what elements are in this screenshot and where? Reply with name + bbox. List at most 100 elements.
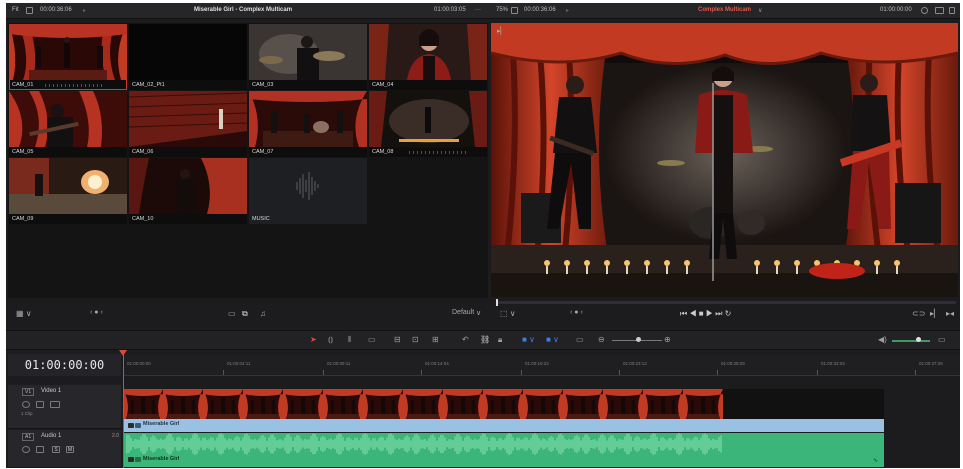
replace-clip-icon[interactable]: ⊞: [432, 335, 439, 344]
video-track-header[interactable]: V1 Video 1 1 Clip: [8, 385, 121, 429]
timeline-name-dropdown[interactable]: Complex Multicam: [698, 7, 751, 13]
angle-layout-icon[interactable]: ▦ ∨: [16, 309, 32, 318]
track-visibility-icon[interactable]: [50, 401, 60, 408]
separator-icon: ▸: [83, 8, 87, 14]
angle-cam05[interactable]: CAM_05: [9, 91, 127, 157]
transport-row: ▦ ∨ ‹ ● › ▭ ⧉ ♫ Default ∨ ⬚ ∨ ‹ ● › ⏮ ◀ …: [6, 303, 960, 325]
transport-controls[interactable]: ⏮ ◀ ■ ▶ ⏭ ↻: [680, 309, 731, 319]
trim-tool-icon[interactable]: ⦅⦆: [328, 335, 333, 345]
link-icon: [135, 423, 141, 428]
solo-button[interactable]: S: [52, 446, 60, 453]
ruler-tick-label: 01:00:28:09: [721, 361, 745, 366]
linked-selection-icon[interactable]: ⛓: [480, 335, 490, 344]
viewer-layout-icon[interactable]: ⬚ ∨: [500, 309, 516, 318]
dropdown-chevron-icon[interactable]: [26, 7, 33, 14]
channel-format: 2.0: [112, 433, 119, 439]
timeline-playhead[interactable]: [123, 353, 124, 468]
track-tag[interactable]: V1: [22, 388, 35, 396]
position-lock-icon[interactable]: 🔒︎: [498, 335, 502, 345]
multicam-title: Miserable Girl - Complex Multicam: [194, 7, 293, 13]
angle-nav-buttons[interactable]: ‹ ● ›: [90, 309, 103, 316]
angle-label: CAM_05: [12, 149, 34, 155]
viewer-timecode: 00:00:36:06: [524, 7, 556, 13]
viewer-nav-buttons[interactable]: ‹ ● ›: [570, 309, 583, 316]
default-dropdown[interactable]: Default: [452, 309, 474, 316]
angle-music[interactable]: MUSIC: [249, 158, 367, 224]
viewer-mode-icon[interactable]: [935, 7, 944, 14]
angle-label: CAM_02_Pt1: [132, 82, 165, 88]
audio-meter: [409, 151, 469, 154]
overwrite-clip-icon[interactable]: ⊡: [412, 335, 419, 344]
track-name[interactable]: Audio 1: [41, 433, 61, 439]
match-frame-icon[interactable]: ▸▏: [930, 309, 940, 318]
auto-select-icon[interactable]: [36, 446, 44, 453]
video-clip[interactable]: Miserable Girl: [123, 389, 884, 432]
volume-knob[interactable]: [916, 337, 921, 342]
angle-cam07[interactable]: CAM_07: [249, 91, 367, 157]
angle-cam10[interactable]: CAM_10: [129, 158, 247, 224]
music-note-icon[interactable]: ♫: [260, 309, 266, 318]
angle-cam01[interactable]: CAM_01: [9, 24, 127, 90]
zoom-full-icon[interactable]: ▭: [576, 335, 584, 344]
ruler-tick-label: 01:00:00:00: [127, 361, 151, 366]
ruler-tick-label: 01:00:33:03: [821, 361, 845, 366]
zoom-chevron-icon[interactable]: [511, 7, 518, 14]
separator-icon: ▸: [566, 8, 570, 14]
zoom-in-icon[interactable]: ⊕: [664, 335, 671, 344]
speaker-icon[interactable]: ◀): [878, 335, 887, 344]
audio-waveform-icon: [249, 158, 367, 214]
lock-icon[interactable]: [22, 446, 30, 453]
scrubber-playhead[interactable]: [496, 299, 498, 306]
multicam-clip-icon: [128, 457, 134, 462]
angle-cam08[interactable]: CAM_08: [369, 91, 487, 157]
ruler-tick-label: 01:00:37:28: [919, 361, 943, 366]
timeline-timecode[interactable]: 01:00:00:00: [8, 354, 121, 376]
ruler-tick-label: 01:00:19:22: [525, 361, 549, 366]
volume-slider[interactable]: [892, 340, 930, 342]
marker-color-icon[interactable]: ■ ∨: [546, 335, 559, 344]
fullscreen-icon[interactable]: ▸◂: [946, 309, 954, 318]
zoom-out-icon[interactable]: ⊖: [598, 335, 605, 344]
angle-cam09[interactable]: CAM_09: [9, 158, 127, 224]
blade-tool-icon[interactable]: ▭: [368, 335, 376, 344]
auto-select-icon[interactable]: [36, 401, 44, 408]
viewer-scrubber[interactable]: [496, 299, 956, 306]
track-tag[interactable]: A1: [22, 433, 35, 441]
cam06-thumbnail: [129, 91, 247, 147]
angle-cam06[interactable]: CAM_06: [129, 91, 247, 157]
flag-color-icon[interactable]: ■ ∨: [522, 335, 535, 344]
fit-dropdown[interactable]: Fit: [12, 7, 19, 13]
audio-waveform: [126, 433, 722, 455]
default-chevron-icon[interactable]: ∨: [476, 309, 481, 317]
lock-icon[interactable]: [22, 401, 30, 408]
angle-cam04[interactable]: CAM_04: [369, 24, 487, 90]
timeline-chevron-icon[interactable]: ∨: [758, 7, 762, 14]
mute-button[interactable]: M: [66, 446, 74, 453]
more-options-icon[interactable]: ···: [475, 7, 481, 13]
viewer-marker-icon[interactable]: ▸▏: [497, 27, 506, 35]
zoom-slider-knob[interactable]: [636, 337, 641, 342]
audio-track-header[interactable]: A1 Audio 1 2.0 S M: [8, 430, 121, 468]
angle-label: CAM_03: [252, 82, 274, 88]
fade-handle-icon[interactable]: ∿: [873, 457, 878, 464]
multicam-clip-icon: [128, 423, 134, 428]
audio-meter-icon[interactable]: ▭: [938, 335, 946, 344]
insert-clip-icon[interactable]: ⊟: [394, 335, 401, 344]
snapping-icon[interactable]: ↶: [462, 335, 469, 344]
angle-cam03[interactable]: CAM_03: [249, 24, 367, 90]
multicam-display-icon[interactable]: ⧉: [242, 309, 248, 319]
settings-icon[interactable]: [921, 7, 928, 14]
track-name[interactable]: Video 1: [41, 388, 61, 394]
angle-cam02[interactable]: CAM_02_Pt1: [129, 24, 247, 90]
loop-icon[interactable]: ⊂⊃: [912, 309, 925, 318]
audio-clip[interactable]: Miserable Girl ∿: [123, 433, 884, 467]
zoom-dropdown[interactable]: 75%: [496, 7, 508, 13]
dynamic-trim-icon[interactable]: ⦀: [348, 335, 352, 345]
monitor-icon[interactable]: ▭: [228, 309, 236, 318]
panel-icon[interactable]: [949, 7, 955, 14]
selection-tool-icon[interactable]: ➤: [310, 335, 317, 344]
audio-clip-name: Miserable Girl: [143, 456, 180, 462]
ruler-tick-label: 01:00:23:13: [623, 361, 647, 366]
timeline-ruler[interactable]: 01:00:00:00 01:00:04:11 01:00:09:11 01:0…: [123, 354, 960, 376]
timeline-viewer[interactable]: ▸▏: [491, 23, 958, 297]
